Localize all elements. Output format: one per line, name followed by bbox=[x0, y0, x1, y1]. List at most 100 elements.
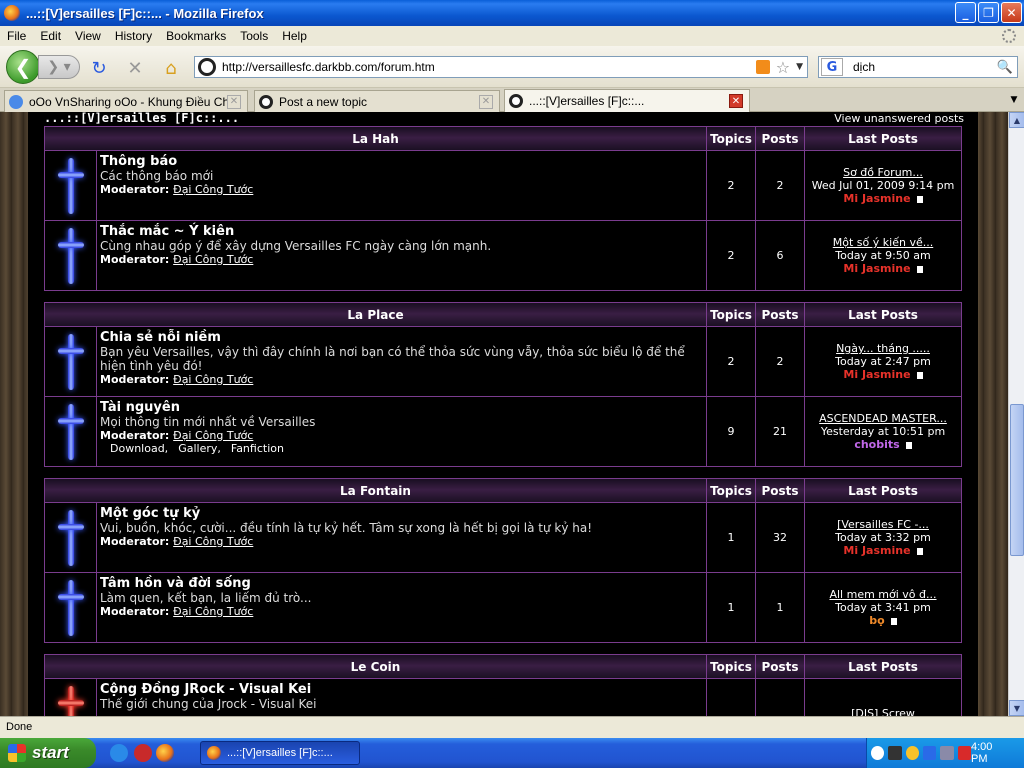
category-name[interactable]: La Fontain bbox=[44, 478, 707, 503]
category-table: La Fontain Topics Posts Last Posts Một góc t… bbox=[44, 478, 962, 643]
search-input[interactable] bbox=[853, 60, 993, 74]
stop-icon[interactable]: ✕ bbox=[124, 57, 146, 79]
forum-cross-icon bbox=[56, 403, 86, 460]
go-to-post-icon[interactable] bbox=[916, 195, 923, 203]
scroll-down-icon[interactable]: ▼ bbox=[1009, 700, 1024, 716]
firefox-quicklaunch-icon[interactable] bbox=[156, 744, 174, 762]
back-button[interactable]: ❮ bbox=[6, 50, 40, 84]
menu-bar: File Edit View History Bookmarks Tools H… bbox=[0, 26, 1024, 46]
forum-title[interactable]: Thông báo bbox=[100, 154, 703, 169]
vertical-scrollbar[interactable]: ▲ ▼ bbox=[1008, 112, 1024, 716]
moderator-label: Moderator: bbox=[100, 373, 170, 386]
view-unanswered-link[interactable]: View unanswered posts bbox=[834, 112, 964, 125]
menu-file[interactable]: File bbox=[0, 29, 33, 43]
menu-tools[interactable]: Tools bbox=[233, 29, 275, 43]
last-post-user[interactable]: Mi Jasmine bbox=[843, 544, 910, 557]
subforum-link[interactable]: Fanfiction bbox=[231, 442, 284, 455]
forum-title[interactable]: Tài nguyên bbox=[100, 400, 703, 415]
category-name[interactable]: La Place bbox=[44, 302, 707, 327]
forum-title[interactable]: Thắc mắc ~ Ý kiên bbox=[100, 224, 703, 239]
last-post-link[interactable]: Ngày... tháng ..... bbox=[836, 342, 930, 355]
go-to-post-icon[interactable] bbox=[916, 547, 923, 555]
menu-view[interactable]: View bbox=[68, 29, 108, 43]
tray-expand-icon[interactable] bbox=[871, 746, 885, 760]
moderator-link[interactable]: Đại Công Tước bbox=[173, 183, 253, 196]
posts-count: 6 bbox=[755, 220, 805, 291]
last-post-link[interactable]: [Versailles FC -... bbox=[837, 518, 929, 531]
minimize-button[interactable]: _ bbox=[955, 2, 976, 23]
reload-icon[interactable]: ↻ bbox=[88, 57, 110, 79]
tab-versailles[interactable]: ...::[V]ersailles [F]c::... ✕ bbox=[504, 89, 750, 112]
forum-title[interactable]: Chia sẻ nỗi niềm bbox=[100, 330, 703, 345]
moderator-link[interactable]: Đại Công Tước bbox=[173, 605, 253, 618]
search-bar[interactable]: G 🔍 bbox=[818, 56, 1018, 78]
subforum-link[interactable]: Gallery, bbox=[178, 442, 221, 455]
menu-bookmarks[interactable]: Bookmarks bbox=[159, 29, 233, 43]
last-post-user[interactable]: Mi Jasmine bbox=[843, 192, 910, 205]
forum-title[interactable]: Một góc tự kỷ bbox=[100, 506, 703, 521]
tab-post-new-topic[interactable]: Post a new topic ✕ bbox=[254, 90, 500, 112]
scroll-up-icon[interactable]: ▲ bbox=[1009, 112, 1024, 128]
close-button[interactable]: ✕ bbox=[1001, 2, 1022, 23]
rss-feed-icon[interactable] bbox=[755, 60, 770, 74]
forum-title[interactable]: Tâm hồn và đời sống bbox=[100, 576, 703, 591]
moderator-link[interactable]: Đại Công Tước bbox=[173, 429, 253, 442]
menu-history[interactable]: History bbox=[108, 29, 159, 43]
last-post-link[interactable]: All mem mới vô đ... bbox=[829, 588, 936, 601]
forward-button[interactable]: ❯ ▾ bbox=[38, 55, 80, 79]
last-post-link[interactable]: [DIS] Screw bbox=[851, 707, 915, 716]
scroll-thumb[interactable] bbox=[1010, 404, 1024, 556]
url-text[interactable]: http://versaillesfc.darkbb.com/forum.htm bbox=[222, 60, 756, 74]
go-to-post-icon[interactable] bbox=[916, 371, 923, 379]
moderator-link[interactable]: Đại Công Tước bbox=[173, 253, 253, 266]
forum-row: Thông báo Các thông báo mới Moderator: Đại… bbox=[44, 150, 962, 221]
last-post-user[interactable]: bọ bbox=[869, 614, 884, 627]
home-icon[interactable]: ⌂ bbox=[160, 57, 182, 79]
url-bar[interactable]: http://versaillesfc.darkbb.com/forum.htm… bbox=[194, 56, 808, 78]
last-post-user[interactable]: Mi Jasmine bbox=[843, 262, 910, 275]
last-post-user[interactable]: Mi Jasmine bbox=[843, 368, 910, 381]
moderator-label: Moderator: bbox=[100, 429, 170, 442]
menu-help[interactable]: Help bbox=[275, 29, 314, 43]
subforum-link[interactable]: Download, bbox=[110, 442, 168, 455]
search-icon[interactable]: 🔍 bbox=[997, 60, 1013, 75]
moderator-link[interactable]: Đại Công Tước bbox=[173, 535, 253, 548]
last-post-link[interactable]: Sơ đồ Forum... bbox=[843, 166, 923, 179]
category-name[interactable]: La Hah bbox=[44, 126, 707, 151]
forum-title[interactable]: Cộng Đồng JRock - Visual Kei bbox=[100, 682, 703, 697]
start-button[interactable]: start bbox=[0, 738, 96, 768]
col-topics-header: Topics bbox=[706, 126, 756, 151]
last-post-link[interactable]: Một số ý kiến về... bbox=[833, 236, 933, 249]
moderator-link[interactable]: Đại Công Tước bbox=[173, 373, 253, 386]
tab-vnsharing[interactable]: oOo VnSharing oOo - Khung Điều Chỉnh ✕ bbox=[4, 90, 248, 112]
maximize-button[interactable]: ❐ bbox=[978, 2, 999, 23]
forum-description: Cùng nhau góp ý để xây dựng Versailles F… bbox=[100, 239, 492, 253]
category-name[interactable]: Le Coin bbox=[44, 654, 707, 679]
go-to-post-icon[interactable] bbox=[890, 617, 897, 625]
tray-monitor-icon[interactable] bbox=[940, 746, 954, 760]
last-post-user[interactable]: chobits bbox=[854, 438, 899, 451]
go-to-post-icon[interactable] bbox=[905, 441, 912, 449]
last-post-date: Today at 9:50 am bbox=[835, 249, 931, 262]
menu-edit[interactable]: Edit bbox=[33, 29, 68, 43]
tab-close-icon[interactable]: ✕ bbox=[227, 94, 241, 109]
forum-icon-cell bbox=[44, 572, 97, 643]
forum-cross-icon bbox=[56, 509, 86, 566]
internet-explorer-icon[interactable] bbox=[110, 744, 128, 762]
tray-printer-icon[interactable] bbox=[888, 746, 902, 760]
tray-smiley-icon[interactable] bbox=[905, 746, 919, 760]
firefox-icon bbox=[4, 5, 20, 21]
go-to-post-icon[interactable] bbox=[916, 265, 923, 273]
tray-network-icon[interactable] bbox=[922, 746, 937, 760]
firefox-icon bbox=[207, 746, 221, 760]
taskbar-firefox-window[interactable]: ...::[V]ersailles [F]c::... bbox=[200, 741, 360, 765]
tab-close-icon[interactable]: ✕ bbox=[729, 94, 743, 108]
tab-close-icon[interactable]: ✕ bbox=[479, 94, 493, 109]
search-engine-icon[interactable]: G bbox=[821, 58, 843, 76]
bookmark-star-icon[interactable]: ☆ bbox=[776, 58, 790, 77]
media-player-icon[interactable] bbox=[134, 744, 152, 762]
last-post-link[interactable]: ASCENDEAD MASTER... bbox=[819, 412, 947, 425]
tab-list-dropdown-icon[interactable]: ▼ bbox=[1006, 92, 1022, 108]
url-dropdown-icon[interactable]: ▼ bbox=[796, 62, 803, 72]
tray-antivirus-icon[interactable] bbox=[957, 746, 971, 760]
